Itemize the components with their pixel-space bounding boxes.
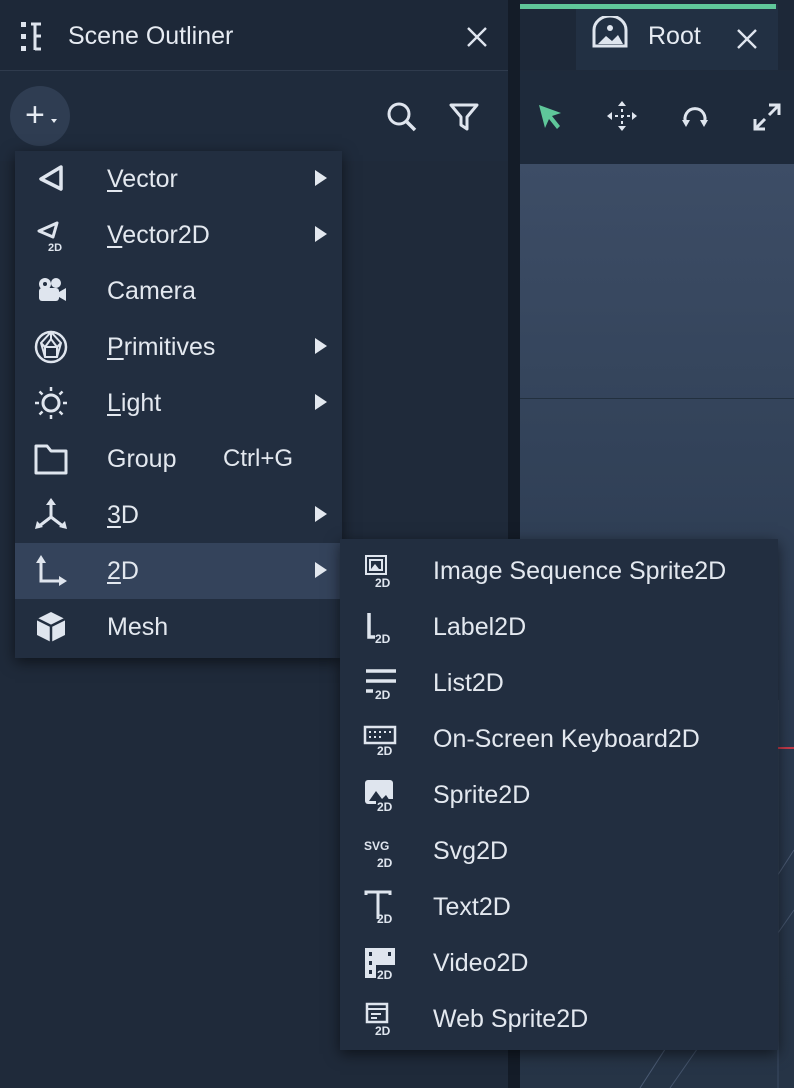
svg-text:2D: 2D bbox=[377, 744, 393, 757]
menu-item-vector[interactable]: Vector bbox=[15, 151, 342, 207]
svg-text:2D: 2D bbox=[375, 576, 391, 589]
menu-item-2d[interactable]: 2D bbox=[15, 543, 342, 599]
folder-icon bbox=[33, 441, 69, 477]
text2d-icon: 2D bbox=[362, 889, 398, 925]
svg-text:2D: 2D bbox=[377, 800, 393, 813]
submenu-item-label: Text2D bbox=[433, 893, 511, 921]
search-icon[interactable] bbox=[386, 101, 418, 133]
submenu-item-label: Label2D bbox=[433, 613, 527, 641]
svg-text:2D: 2D bbox=[48, 242, 62, 253]
add-node-button[interactable]: + bbox=[10, 86, 70, 146]
menu-item-label: 3D bbox=[107, 501, 139, 529]
menu-item-label: Mesh bbox=[107, 613, 169, 641]
submenu-item-video2d[interactable]: 2D Video2D bbox=[340, 935, 778, 991]
svg-text:2D: 2D bbox=[377, 912, 393, 925]
menu-item-camera[interactable]: Camera bbox=[15, 263, 342, 319]
list2d-icon: 2D bbox=[362, 665, 398, 701]
submenu-item-label: Svg2D bbox=[433, 837, 509, 865]
sprite2d-icon: 2D bbox=[362, 777, 398, 813]
submenu-2d: 2D Image Sequence Sprite2D 2D Label2D 2D… bbox=[340, 539, 778, 1050]
svg-text:2D: 2D bbox=[375, 688, 391, 701]
svg-text:2D: 2D bbox=[375, 632, 391, 645]
move-tool-icon[interactable] bbox=[606, 100, 638, 132]
menu-item-group[interactable]: Group Ctrl+G bbox=[15, 431, 342, 487]
websprite2d-icon: 2D bbox=[362, 1001, 398, 1037]
primitives-icon bbox=[33, 329, 69, 365]
add-node-menu: Vector 2D Vector2D Camera Primitives Lig… bbox=[15, 151, 342, 658]
3d-axes-icon bbox=[33, 497, 69, 533]
submenu-arrow-icon bbox=[315, 170, 327, 186]
dropdown-caret-icon bbox=[51, 119, 57, 123]
submenu-item-web-sprite2d[interactable]: 2D Web Sprite2D bbox=[340, 991, 778, 1047]
label2d-icon: 2D bbox=[362, 609, 398, 645]
keyboard2d-icon: 2D bbox=[362, 721, 398, 757]
submenu-arrow-icon bbox=[315, 506, 327, 522]
image-sequence-icon: 2D bbox=[362, 553, 398, 589]
menu-item-vector2d[interactable]: 2D Vector2D bbox=[15, 207, 342, 263]
submenu-item-label: Web Sprite2D bbox=[433, 1005, 589, 1033]
submenu-item-label: On-Screen Keyboard2D bbox=[433, 725, 700, 753]
submenu-item-on-screen-keyboard2d[interactable]: 2D On-Screen Keyboard2D bbox=[340, 711, 778, 767]
submenu-arrow-icon bbox=[315, 226, 327, 242]
submenu-item-image-sequence-sprite2d[interactable]: 2D Image Sequence Sprite2D bbox=[340, 543, 778, 599]
camera-icon bbox=[33, 273, 69, 309]
filter-icon[interactable] bbox=[448, 101, 480, 133]
menu-item-label: Primitives bbox=[107, 333, 216, 361]
tab-root-label: Root bbox=[648, 22, 701, 50]
viewport-grid-line bbox=[520, 398, 794, 399]
select-tool-icon[interactable] bbox=[536, 102, 566, 132]
submenu-item-label: Sprite2D bbox=[433, 781, 531, 809]
vector-icon bbox=[33, 161, 69, 197]
scene-view-icon bbox=[590, 16, 630, 52]
menu-item-label: Group bbox=[107, 445, 177, 473]
mesh-cube-icon bbox=[33, 609, 69, 645]
submenu-arrow-icon bbox=[315, 562, 327, 578]
submenu-item-sprite2d[interactable]: 2D Sprite2D bbox=[340, 767, 778, 823]
svg2d-icon: SVG 2D bbox=[362, 833, 398, 869]
submenu-arrow-icon bbox=[315, 338, 327, 354]
submenu-item-list2d[interactable]: 2D List2D bbox=[340, 655, 778, 711]
menu-item-light[interactable]: Light bbox=[15, 375, 342, 431]
submenu-item-label: Video2D bbox=[433, 949, 529, 977]
svg-text:SVG: SVG bbox=[364, 839, 389, 853]
outliner-title: Scene Outliner bbox=[68, 22, 234, 50]
menu-item-label: Light bbox=[107, 389, 162, 417]
plus-icon: + bbox=[25, 96, 45, 134]
menu-item-label: 2D bbox=[107, 557, 139, 585]
svg-text:2D: 2D bbox=[377, 856, 393, 869]
active-tab-indicator bbox=[520, 4, 776, 9]
outliner-tree-icon bbox=[18, 20, 44, 54]
svg-text:2D: 2D bbox=[375, 1024, 391, 1037]
menu-item-mesh[interactable]: Mesh bbox=[15, 599, 342, 655]
vector2d-icon: 2D bbox=[33, 217, 69, 253]
submenu-item-text2d[interactable]: 2D Text2D bbox=[340, 879, 778, 935]
menu-item-label: Vector bbox=[107, 165, 178, 193]
rotate-tool-icon[interactable] bbox=[680, 101, 710, 131]
submenu-item-label: List2D bbox=[433, 669, 504, 697]
submenu-arrow-icon bbox=[315, 394, 327, 410]
menu-item-3d[interactable]: 3D bbox=[15, 487, 342, 543]
close-tab-icon[interactable] bbox=[736, 28, 758, 50]
close-outliner-icon[interactable] bbox=[466, 26, 488, 48]
shortcut-label: Ctrl+G bbox=[223, 445, 294, 472]
submenu-item-label: Image Sequence Sprite2D bbox=[433, 557, 727, 585]
scale-tool-icon[interactable] bbox=[752, 102, 782, 132]
submenu-item-label2d[interactable]: 2D Label2D bbox=[340, 599, 778, 655]
svg-text:2D: 2D bbox=[377, 968, 393, 981]
menu-item-label: Vector2D bbox=[107, 221, 210, 249]
video2d-icon: 2D bbox=[362, 945, 398, 981]
menu-item-primitives[interactable]: Primitives bbox=[15, 319, 342, 375]
menu-item-label: Camera bbox=[107, 277, 196, 305]
2d-axes-icon bbox=[33, 553, 69, 589]
submenu-item-svg2d[interactable]: SVG 2D Svg2D bbox=[340, 823, 778, 879]
light-icon bbox=[33, 385, 69, 421]
outliner-toolbar bbox=[0, 71, 508, 161]
